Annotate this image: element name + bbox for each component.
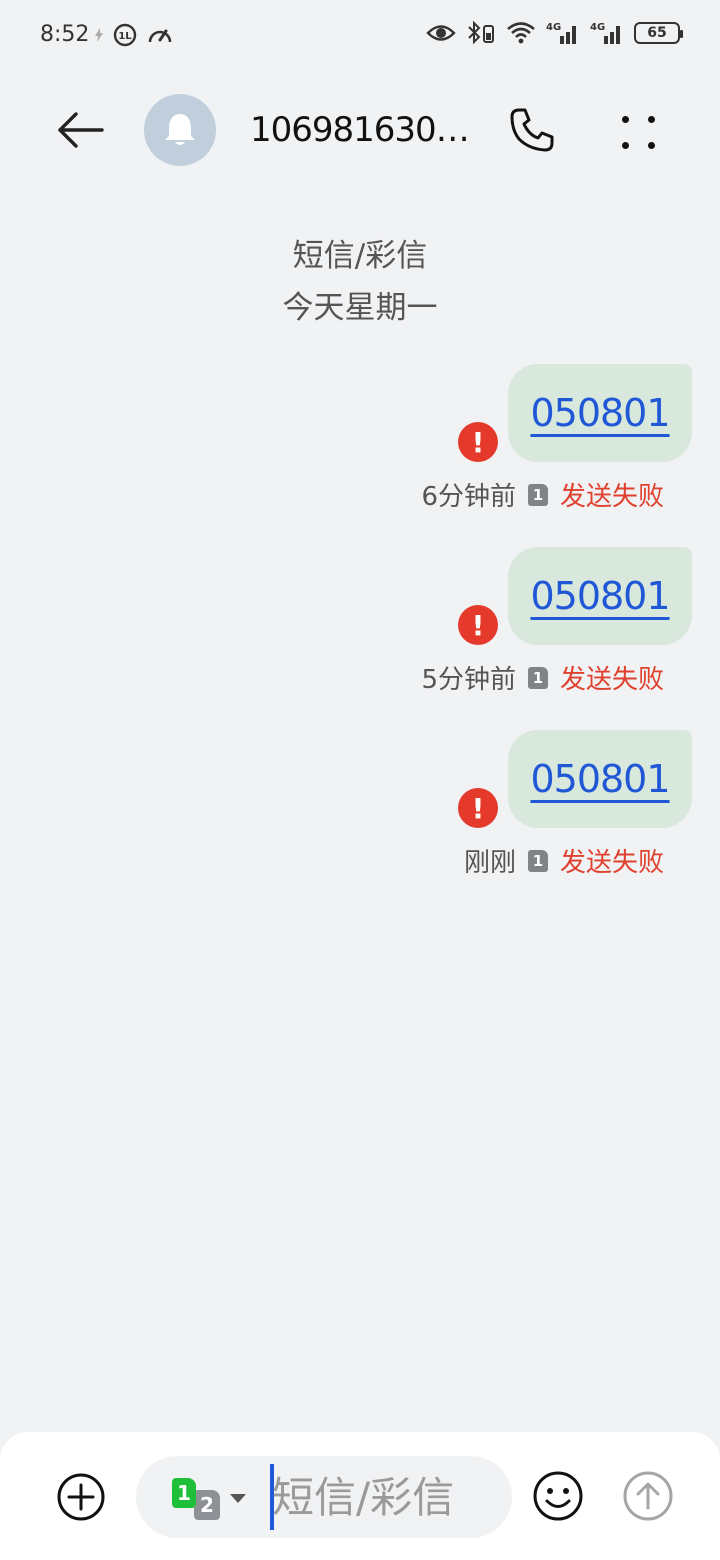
composer-bar: 2 1 [0, 1432, 720, 1560]
message-time: 刚刚 [463, 848, 516, 878]
message-bubble[interactable]: 050801 [508, 364, 692, 462]
eye-icon [426, 22, 456, 44]
message-item: 050801 ! 5分钟前 1 发送失败 [12, 547, 692, 707]
message-status[interactable]: 发送失败 [560, 476, 664, 513]
wifi-icon [506, 21, 536, 45]
call-button[interactable] [504, 102, 560, 158]
svg-text:1L: 1L [118, 31, 132, 42]
date-label: 今天星期一 [282, 290, 438, 326]
send-arrow-icon [623, 1471, 673, 1521]
sim-badge: 1 [527, 483, 548, 506]
bluetooth-battery-icon [466, 20, 496, 46]
send-button[interactable] [622, 1470, 674, 1522]
battery-indicator: 65 [634, 22, 683, 44]
more-dot [621, 141, 629, 149]
add-attachment-button[interactable] [56, 1472, 106, 1522]
emoji-icon [533, 1471, 583, 1521]
error-icon[interactable]: ! [458, 422, 498, 462]
more-dot [647, 115, 655, 123]
signal-sim2-icon: 4G [590, 20, 624, 46]
message-time: 5分钟前 [421, 665, 516, 695]
arrow-left-icon [58, 112, 104, 148]
message-text[interactable]: 050801 [530, 757, 670, 801]
message-input[interactable] [272, 1456, 492, 1538]
signal-sim1-label: 4G [546, 22, 561, 33]
chevron-down-icon [230, 1494, 246, 1503]
data-saver-icon: 1L [112, 22, 138, 48]
message-meta: 5分钟前 1 发送失败 [421, 659, 664, 696]
phone-icon [510, 108, 554, 152]
signal-sim2-label: 4G [590, 22, 605, 33]
more-dot [647, 141, 655, 149]
message-item: 050801 ! 刚刚 1 发送失败 [12, 730, 692, 890]
bell-icon [165, 114, 195, 145]
message-bubble[interactable]: 050801 [508, 547, 692, 645]
message-meta: 刚刚 1 发送失败 [464, 842, 664, 879]
message-type-label: 短信/彩信 [292, 238, 428, 274]
sim-primary-icon: 1 [172, 1478, 196, 1508]
more-dots-icon [621, 115, 629, 123]
plus-circle-icon [57, 1473, 105, 1521]
status-left-icons: 1L [94, 22, 174, 48]
message-time: 6分钟前 [421, 482, 516, 512]
sim-secondary-icon: 2 [194, 1490, 220, 1520]
status-time: 8:52 [40, 22, 90, 47]
status-bar: 8:52 1L 4G 4G 65 [0, 0, 720, 70]
back-button[interactable] [52, 102, 108, 158]
message-item: 050801 ! 6分钟前 1 发送失败 [12, 364, 692, 524]
sim-badge: 1 [527, 666, 548, 689]
message-input-wrapper: 2 1 [136, 1456, 512, 1538]
message-meta: 6分钟前 1 发送失败 [421, 476, 664, 513]
signal-sim1-icon: 4G [546, 20, 580, 46]
message-status[interactable]: 发送失败 [560, 659, 664, 696]
conversation-header: 1069816301··· [0, 80, 720, 180]
message-bubble[interactable]: 050801 [508, 730, 692, 828]
error-icon[interactable]: ! [458, 788, 498, 828]
more-button[interactable] [612, 106, 664, 158]
sim-badge: 1 [527, 849, 548, 872]
charging-icon [94, 28, 104, 42]
conversation-info: 短信/彩信 今天星期一 [0, 230, 720, 334]
error-icon[interactable]: ! [458, 605, 498, 645]
avatar[interactable] [144, 94, 216, 166]
status-right-icons: 4G 4G 65 [426, 20, 683, 46]
sim-switch-button[interactable]: 2 1 [172, 1470, 252, 1522]
emoji-button[interactable] [532, 1470, 584, 1522]
message-text[interactable]: 050801 [530, 391, 670, 435]
message-text[interactable]: 050801 [530, 574, 670, 618]
contact-name[interactable]: 1069816301··· [250, 110, 470, 150]
speedometer-icon [146, 22, 174, 48]
message-status[interactable]: 发送失败 [560, 842, 664, 879]
